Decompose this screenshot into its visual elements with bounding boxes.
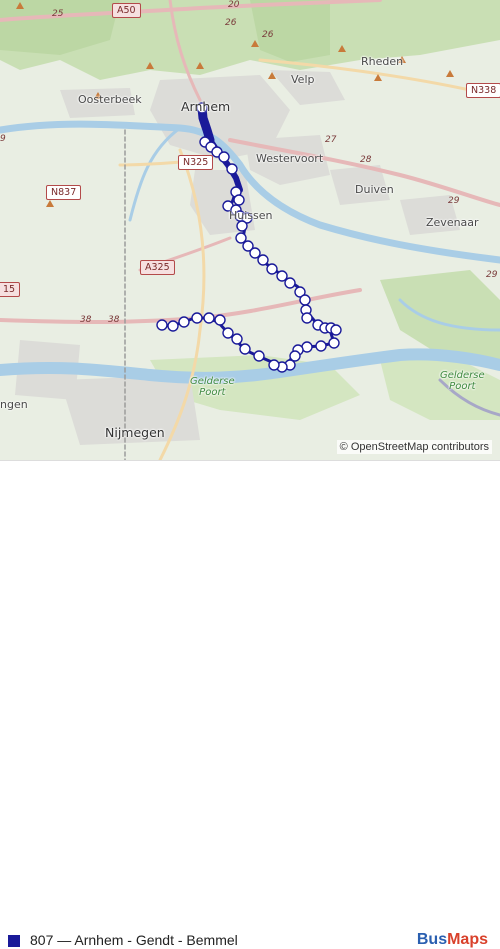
route-stop-marker[interactable] [235,232,247,244]
road-number: 38 [108,315,120,325]
route-stop-marker[interactable] [214,314,226,326]
road-number: 26 [225,18,237,28]
place-label-ngen: ngen [0,398,28,411]
route-stop-marker[interactable] [167,320,179,332]
road-shield-a50: A50 [112,3,141,18]
route-stop-marker[interactable] [301,312,313,324]
route-stop-marker[interactable] [239,343,251,355]
road-number: 38 [80,315,92,325]
route-stop-marker[interactable] [226,163,238,175]
route-stop-marker[interactable] [233,194,245,206]
road-shield-n338: N338 [466,83,500,98]
road-shield-a325: A325 [140,260,175,275]
place-label-oosterbeek: Oosterbeek [78,93,142,106]
place-label-arnhem: Arnhem [181,99,231,114]
place-label-velp: Velp [291,73,315,86]
route-color-swatch [8,935,20,947]
park-label-gelderse-poort-1: Gelderse Poort [190,376,235,398]
road-number: 28 [360,155,372,165]
place-label-duiven: Duiven [355,183,394,196]
map-svg [0,0,500,460]
road-number: 29 [448,196,460,206]
route-stop-marker[interactable] [330,324,342,336]
place-label-westervoort: Westervoort [256,152,324,165]
road-number: 20 [228,0,240,10]
park-label-gelderse-poort-2: Gelderse Poort [440,370,485,392]
route-stop-marker[interactable] [222,327,234,339]
route-stop-marker[interactable] [257,254,269,266]
route-stop-marker[interactable] [249,247,261,259]
brand-maps-text: Maps [447,931,488,948]
place-label-rheden: Rheden [361,55,404,68]
brand-logo[interactable]: BusMaps [417,931,488,949]
map-canvas[interactable]: Arnhem Oosterbeek Velp Rheden Westervoor… [0,0,500,460]
route-stop-marker[interactable] [253,350,265,362]
road-number: 25 [52,9,64,19]
road-number: 9 [0,134,6,144]
route-legend-footer: 807 — Arnhem - Gendt - Bemmel BusMaps [0,460,500,948]
route-stop-marker[interactable] [289,350,301,362]
route-stop-marker[interactable] [236,220,248,232]
route-stop-marker[interactable] [315,340,327,352]
route-stop-marker[interactable] [203,312,215,324]
map-attribution[interactable]: © OpenStreetMap contributors [336,440,492,454]
route-stop-marker[interactable] [218,151,230,163]
route-label: 807 — Arnhem - Gendt - Bemmel [30,932,238,948]
route-stop-marker[interactable] [178,316,190,328]
road-shield-n325: N325 [178,155,214,170]
route-stop-marker[interactable] [276,270,288,282]
attribution-text[interactable]: © OpenStreetMap contributors [340,441,489,453]
route-stop-marker[interactable] [328,337,340,349]
place-label-zevenaar: Zevenaar [426,216,479,229]
route-stop-marker[interactable] [268,359,280,371]
place-label-nijmegen: Nijmegen [105,425,165,440]
road-shield-a15: 15 [0,282,21,297]
route-stop-marker[interactable] [299,294,311,306]
road-number: 27 [325,135,337,145]
route-stop-marker[interactable] [284,277,296,289]
road-shield-n837: N837 [46,185,82,200]
route-stop-marker[interactable] [266,263,278,275]
road-number: 29 [486,270,498,280]
road-number: 26 [262,30,274,40]
route-stop-marker[interactable] [191,312,203,324]
place-label-huissen: Huissen [229,209,273,222]
route-stop-marker[interactable] [231,333,243,345]
brand-bus-text: Bus [416,931,448,948]
route-stop-marker[interactable] [156,319,168,331]
